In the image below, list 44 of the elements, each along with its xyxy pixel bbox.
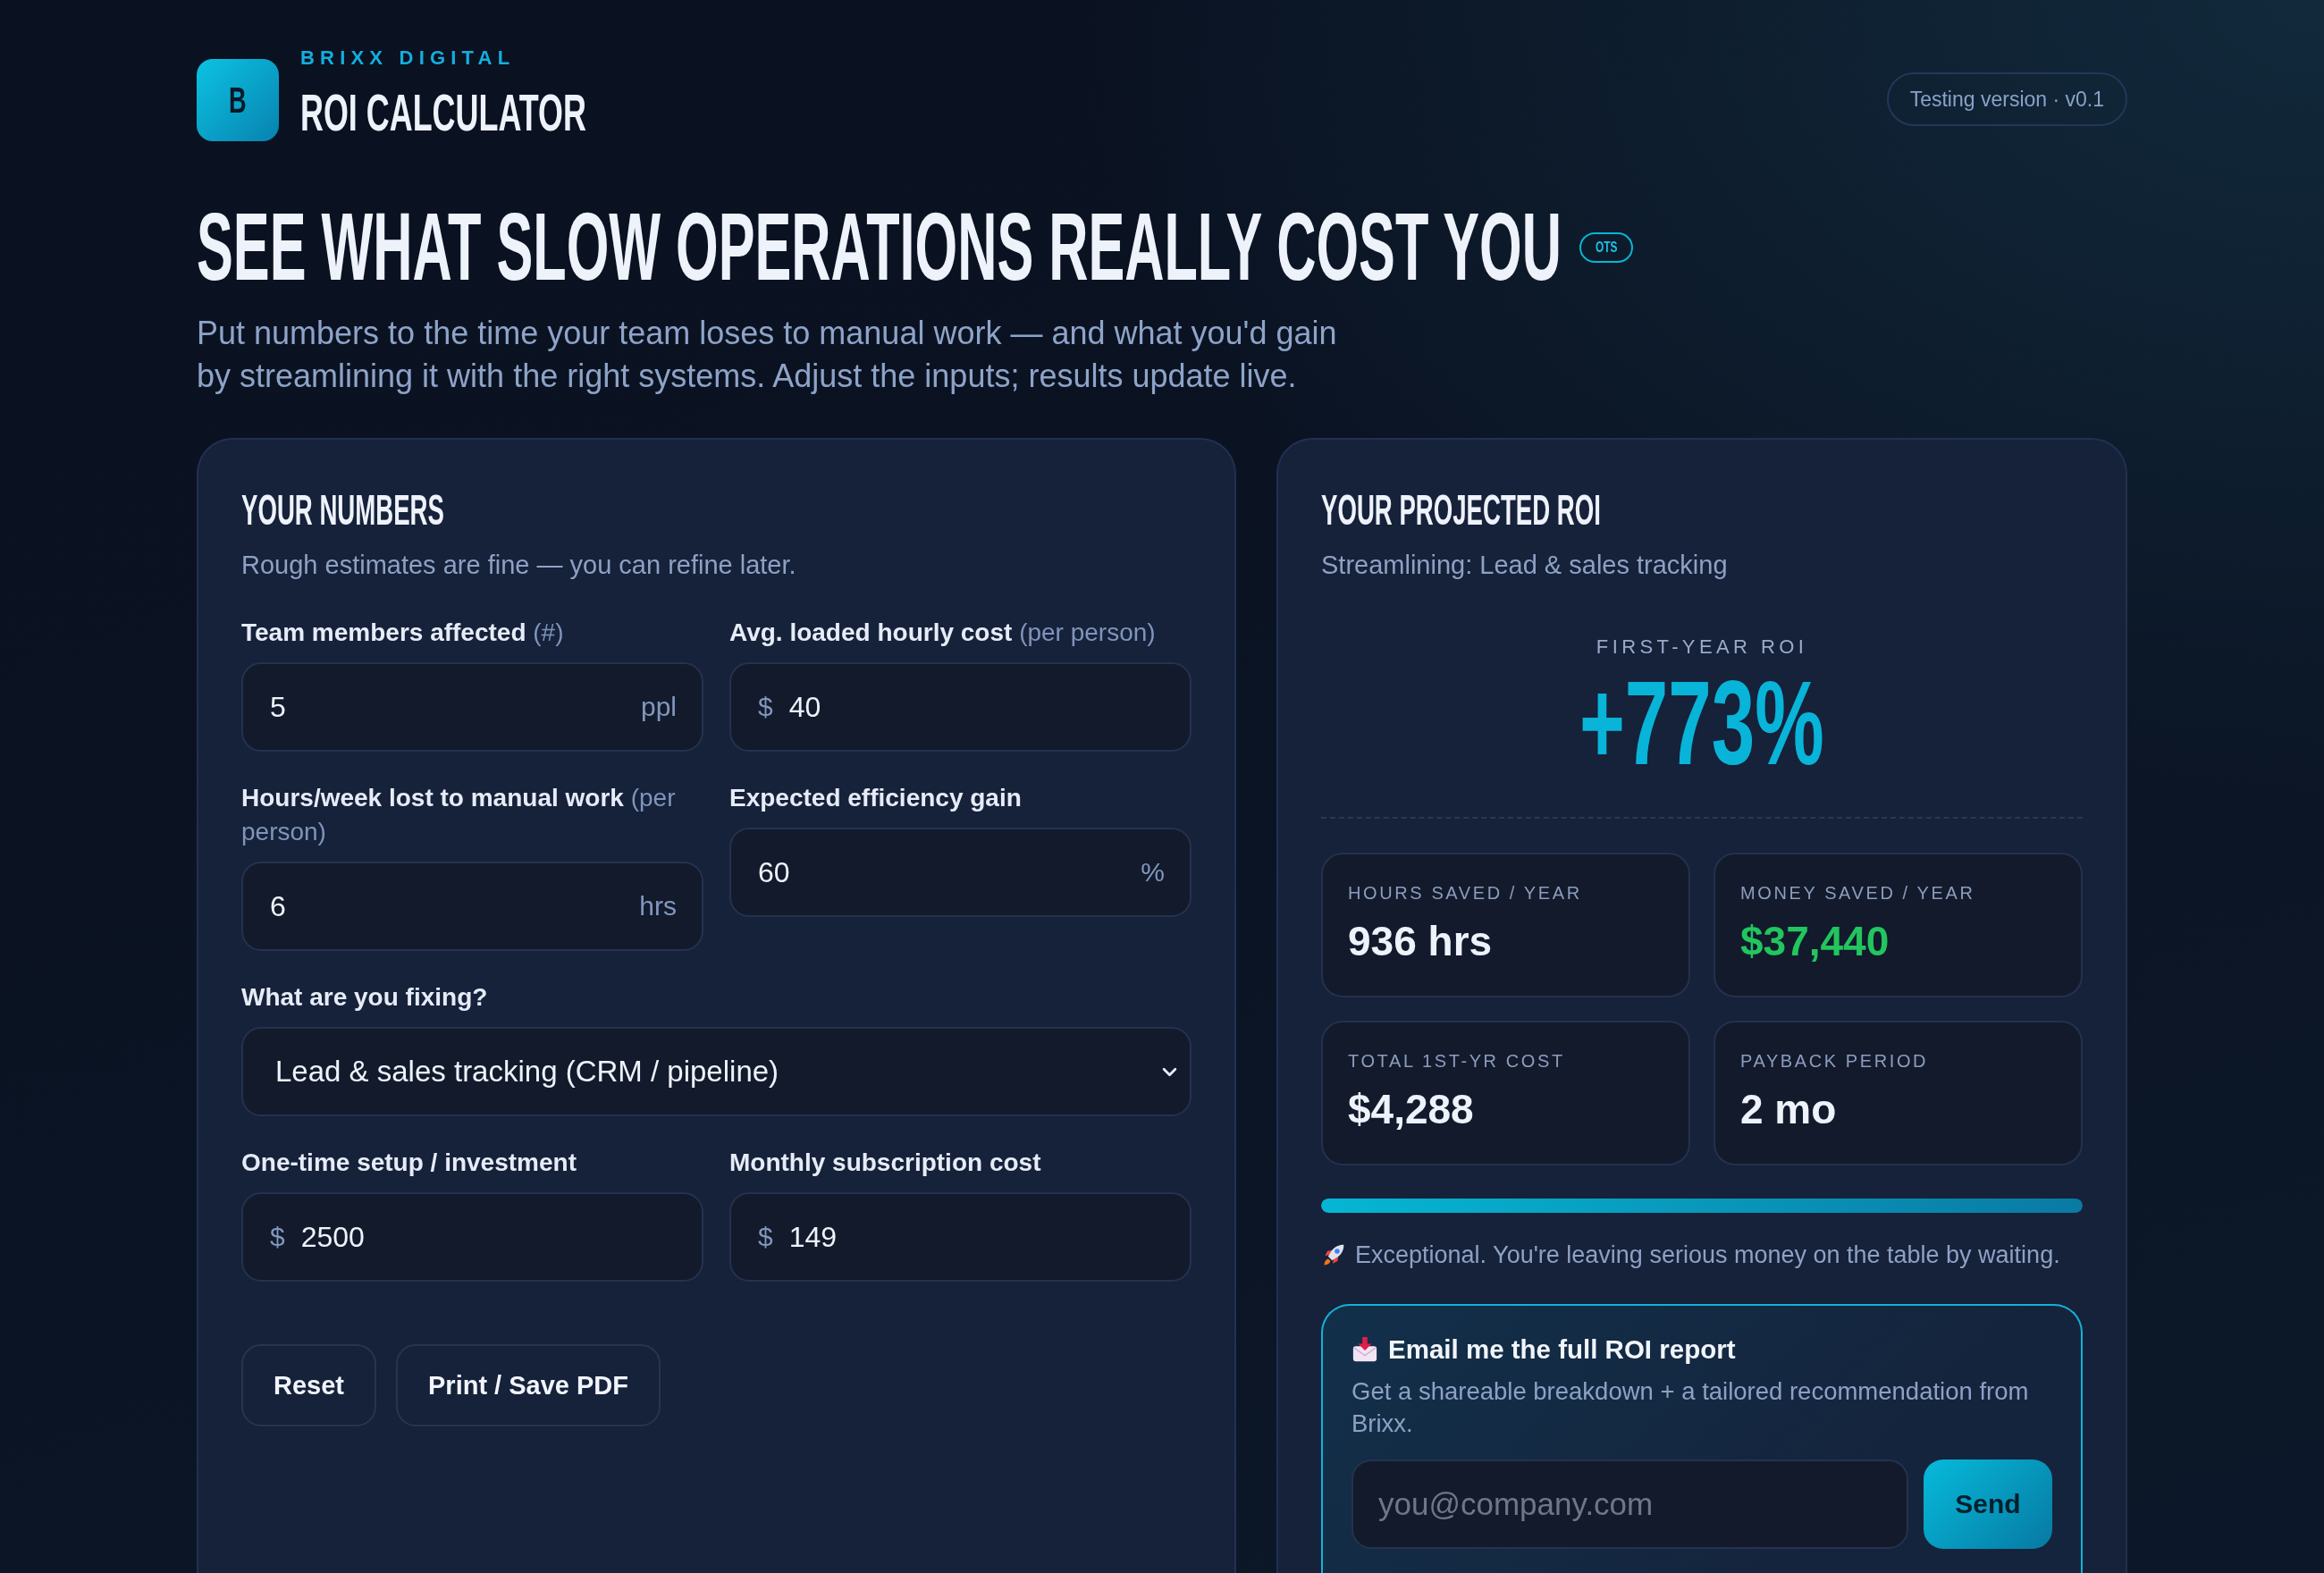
number-input[interactable]: $ 2500 <box>241 1192 703 1282</box>
action-button[interactable]: Print / Save PDF <box>396 1344 661 1426</box>
field-label: One-time setup / investment <box>241 1148 577 1178</box>
headline-badge: OTS <box>1579 231 1634 263</box>
field-label: Avg. loaded hourly cost (per person) <box>729 618 1156 648</box>
stat-label: PAYBACK PERIOD <box>1740 1050 1929 1072</box>
stat-value: $37,440 <box>1740 917 1890 965</box>
field-label: Hours/week lost to manual work (per person) <box>241 783 677 847</box>
send-button[interactable]: Send <box>1924 1459 2052 1549</box>
field-label: Team members affected (#) <box>241 618 564 648</box>
action-button[interactable]: Reset <box>241 1344 376 1426</box>
stat-label: TOTAL 1ST-YR COST <box>1348 1050 1565 1072</box>
stat-value: 2 mo <box>1740 1085 1837 1133</box>
stat-value: $4,288 <box>1348 1085 1474 1133</box>
number-input[interactable]: 60 % <box>729 828 1191 917</box>
verdict-text: Exceptional. You're leaving serious money on the table by waiting. <box>1355 1241 2060 1270</box>
headline: SEE WHAT SLOW OPERATIONS REALLY COST YOU <box>197 199 1562 295</box>
stat-value: 936 hrs <box>1348 917 1493 965</box>
dropdown[interactable]: Lead & sales tracking (CRM / pipeline) <box>241 1027 1191 1116</box>
field-label: Expected efficiency gain <box>729 783 1022 813</box>
envelope-icon <box>1351 1336 1378 1363</box>
stat-label: HOURS SAVED / YEAR <box>1348 882 1582 904</box>
brand-logo: B <box>197 59 279 141</box>
field-label: Monthly subscription cost <box>729 1148 1041 1178</box>
app-title: ROI CALCULATOR <box>300 88 586 139</box>
stat-label: MONEY SAVED / YEAR <box>1740 882 1975 904</box>
email-card-description: Get a shareable breakdown + a tailored recommendation from Brixx. <box>1351 1376 2030 1439</box>
roi-value: +773% <box>1579 663 1824 783</box>
number-input[interactable]: $ 40 <box>729 662 1191 752</box>
metric-label: FIRST-YEAR ROI <box>1596 635 1808 660</box>
field-label: What are you fixing? <box>241 982 488 1013</box>
number-input[interactable]: 5 ppl <box>241 662 703 752</box>
panel-title: YOUR NUMBERS <box>241 489 444 532</box>
number-input[interactable]: 6 hrs <box>241 862 703 951</box>
chevron-down-icon <box>1162 1066 1177 1077</box>
email-input[interactable]: you@company.com <box>1351 1459 1908 1549</box>
panel-subtitle: Streamlining: Lead & sales tracking <box>1321 550 1728 580</box>
panel-subtitle: Rough estimates are fine — you can refine later. <box>241 550 796 580</box>
number-input[interactable]: $ 149 <box>729 1192 1191 1282</box>
version-badge: Testing version · v0.1 <box>1886 72 2127 126</box>
panel-title: YOUR PROJECTED ROI <box>1321 489 1601 532</box>
intro-text: Put numbers to the time your team loses to manual work — and what you'd gain by streamlining it with the right systems. Adjust the inputs; results update live. <box>197 314 1338 396</box>
email-card-title: Email me the full ROI report <box>1388 1333 1736 1366</box>
brand-name: BRIXX DIGITAL <box>300 46 516 70</box>
